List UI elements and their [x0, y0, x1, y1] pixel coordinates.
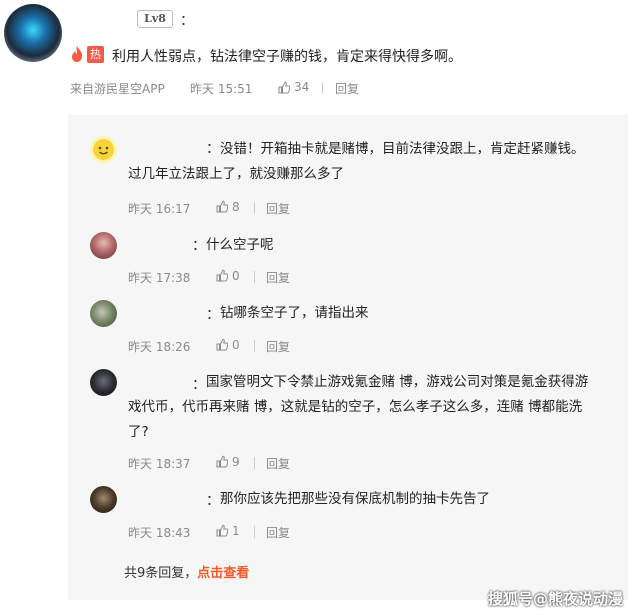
like-icon[interactable] — [216, 269, 228, 282]
level-badge: Lv8 — [137, 10, 173, 28]
divider — [322, 82, 323, 94]
reply-likes: 0 — [232, 338, 240, 352]
smiley-icon — [93, 139, 114, 160]
main-comment-text: 利用人性弱点，钻法律空子赚的钱，肯定来得快得多啊。 — [112, 49, 462, 65]
reply-avatar[interactable] — [90, 369, 117, 396]
main-comment-time: 昨天 15:51 — [190, 82, 253, 96]
reply-colon: ： — [192, 377, 206, 393]
divider — [254, 457, 255, 469]
reply-text-line: 没错！开箱抽卡就是赌博，目前法律没跟上，肯定赶紧赚钱。 — [220, 141, 585, 157]
like-icon[interactable] — [278, 81, 290, 94]
main-comment-likes: 34 — [294, 80, 310, 94]
watermark: 搜狐号@熊夜说动漫 — [488, 590, 624, 608]
like-icon[interactable] — [216, 200, 228, 213]
divider — [254, 526, 255, 538]
reply-avatar[interactable] — [90, 486, 117, 513]
reply-colon: ： — [206, 307, 220, 323]
reply-text-line: 那你应该先把那些没有保底机制的抽卡先告了 — [220, 491, 490, 507]
view-more-link[interactable]: 点击查看 — [197, 566, 249, 581]
reply-likes: 1 — [232, 524, 240, 538]
main-comment-source: 来自游民星空APP — [70, 82, 165, 96]
reply-text-line: 过几年立法跟上了，就没赚那么多了 — [128, 166, 344, 182]
reply-time: 昨天 18:43 — [128, 526, 191, 540]
reply-time: 昨天 18:37 — [128, 457, 191, 471]
reply-likes: 8 — [232, 200, 240, 214]
reply-button[interactable]: 回复 — [266, 338, 290, 355]
more-replies-count: 共9条回复， — [124, 566, 198, 581]
reply-text-line: 什么空子呢 — [206, 237, 274, 253]
reply-button[interactable]: 回复 — [266, 269, 290, 286]
like-icon[interactable] — [216, 524, 228, 537]
reply-colon: ： — [206, 493, 220, 509]
fire-icon — [72, 46, 83, 62]
reply-text-line: 戏代币，代币再来赌 博，这就是钻的空子，怎么孝子这么多，连赌 博都能洗 — [128, 399, 583, 415]
reply-text-line: 了? — [128, 424, 149, 440]
main-comment-colon: ： — [180, 13, 194, 29]
divider — [254, 271, 255, 283]
reply-avatar[interactable] — [90, 136, 117, 163]
reply-button[interactable]: 回复 — [266, 524, 290, 541]
reply-colon: ： — [206, 141, 220, 157]
divider — [254, 202, 255, 214]
reply-avatar[interactable] — [90, 232, 117, 259]
reply-button[interactable]: 回复 — [266, 455, 290, 472]
reply-button[interactable]: 回复 — [266, 200, 290, 217]
like-icon[interactable] — [216, 455, 228, 468]
main-commenter-avatar[interactable] — [4, 4, 62, 62]
reply-likes: 9 — [232, 455, 240, 469]
reply-text-line: 钻哪条空子了，请指出来 — [220, 305, 369, 321]
reply-avatar[interactable] — [90, 300, 117, 327]
reply-time: 昨天 18:26 — [128, 340, 191, 354]
reply-colon: ： — [192, 238, 206, 254]
hot-badge: 热 — [87, 46, 104, 63]
divider — [254, 340, 255, 352]
like-icon[interactable] — [216, 338, 228, 351]
reply-time: 昨天 17:38 — [128, 271, 191, 285]
reply-text-line: 国家管明文下令禁止游戏氪金赌 博，游戏公司对策是氪金获得游 — [206, 374, 589, 390]
reply-likes: 0 — [232, 269, 240, 283]
reply-time: 昨天 16:17 — [128, 202, 191, 216]
more-replies: 共9条回复，点击查看 — [124, 562, 249, 581]
main-comment-reply-button[interactable]: 回复 — [335, 80, 359, 97]
